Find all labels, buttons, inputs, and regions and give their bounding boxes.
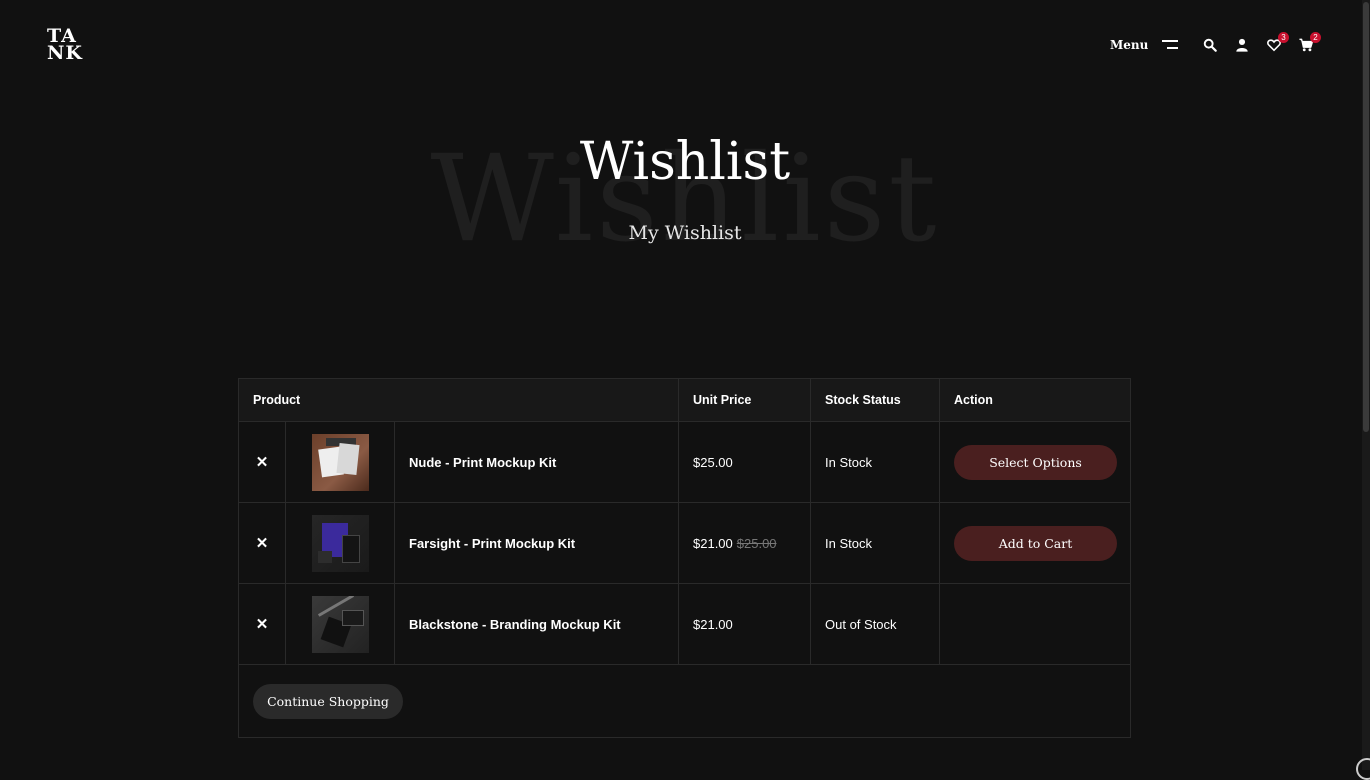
continue-shopping-button[interactable]: Continue Shopping [253,684,403,719]
site-logo[interactable]: TA NK [47,27,83,64]
product-price: $21.00 $25.00 [679,503,811,583]
logo-line-2: NK [47,42,83,64]
stock-status: In Stock [811,503,940,583]
search-icon[interactable] [1203,38,1219,54]
product-thumbnail-cell [286,503,395,583]
page-scrollbar[interactable] [1362,0,1370,770]
original-price: $25.00 [736,535,777,551]
product-thumbnail-cell [286,422,395,502]
cart-button[interactable]: 2 [1299,32,1321,54]
wishlist-count-badge: 3 [1278,32,1289,43]
stock-status: Out of Stock [811,584,940,664]
page-title: Wishlist [579,132,791,192]
wishlist-table: Product Unit Price Stock Status Action ✕… [238,378,1131,738]
product-price: $25.00 [679,422,811,502]
product-thumbnail[interactable] [311,595,369,653]
remove-item-button[interactable]: ✕ [239,584,286,664]
close-icon: ✕ [255,535,269,552]
product-name-link[interactable]: Nude - Print Mockup Kit [395,422,679,502]
select-options-button[interactable]: Select Options [954,444,1117,480]
action-cell: Add to Cart [940,503,1130,583]
page-subtitle: My Wishlist [628,222,742,244]
remove-item-button[interactable]: ✕ [239,503,286,583]
remove-item-button[interactable]: ✕ [239,422,286,502]
product-price: $21.00 [679,584,811,664]
current-price: $21.00 [693,616,733,632]
product-name-link[interactable]: Farsight - Print Mockup Kit [395,503,679,583]
action-cell [940,584,1130,664]
table-footer: Continue Shopping [239,665,1130,738]
header-action: Action [954,393,993,407]
scrollbar-thumb[interactable] [1363,2,1369,432]
stock-status: In Stock [811,422,940,502]
product-thumbnail-cell [286,584,395,664]
table-row: ✕ Farsight - Print Mockup Kit $21.00 $25… [239,503,1130,584]
hamburger-icon [1162,40,1179,50]
user-icon[interactable] [1235,38,1251,54]
product-name-link[interactable]: Blackstone - Branding Mockup Kit [395,584,679,664]
product-thumbnail[interactable] [311,433,369,491]
action-cell: Select Options [940,422,1130,502]
current-price: $21.00 [693,535,733,551]
menu-toggle[interactable]: Menu [1110,38,1179,52]
add-to-cart-button[interactable]: Add to Cart [954,525,1117,561]
table-row: ✕ Nude - Print Mockup Kit $25.00 In Stoc… [239,422,1130,503]
menu-label: Menu [1110,38,1149,52]
product-thumbnail[interactable] [311,514,369,572]
header-stock-status: Stock Status [811,379,940,421]
back-to-top-icon[interactable] [1356,758,1370,780]
header-unit-price: Unit Price [679,379,811,421]
wishlist-icon[interactable]: 3 [1267,32,1289,54]
current-price: $25.00 [693,454,733,470]
header-product: Product [239,379,679,421]
close-icon: ✕ [255,616,269,633]
table-row: ✕ Blackstone - Branding Mockup Kit $21.0… [239,584,1130,665]
table-header-row: Product Unit Price Stock Status Action [239,379,1130,422]
cart-count-badge: 2 [1310,32,1321,43]
close-icon: ✕ [255,454,269,471]
